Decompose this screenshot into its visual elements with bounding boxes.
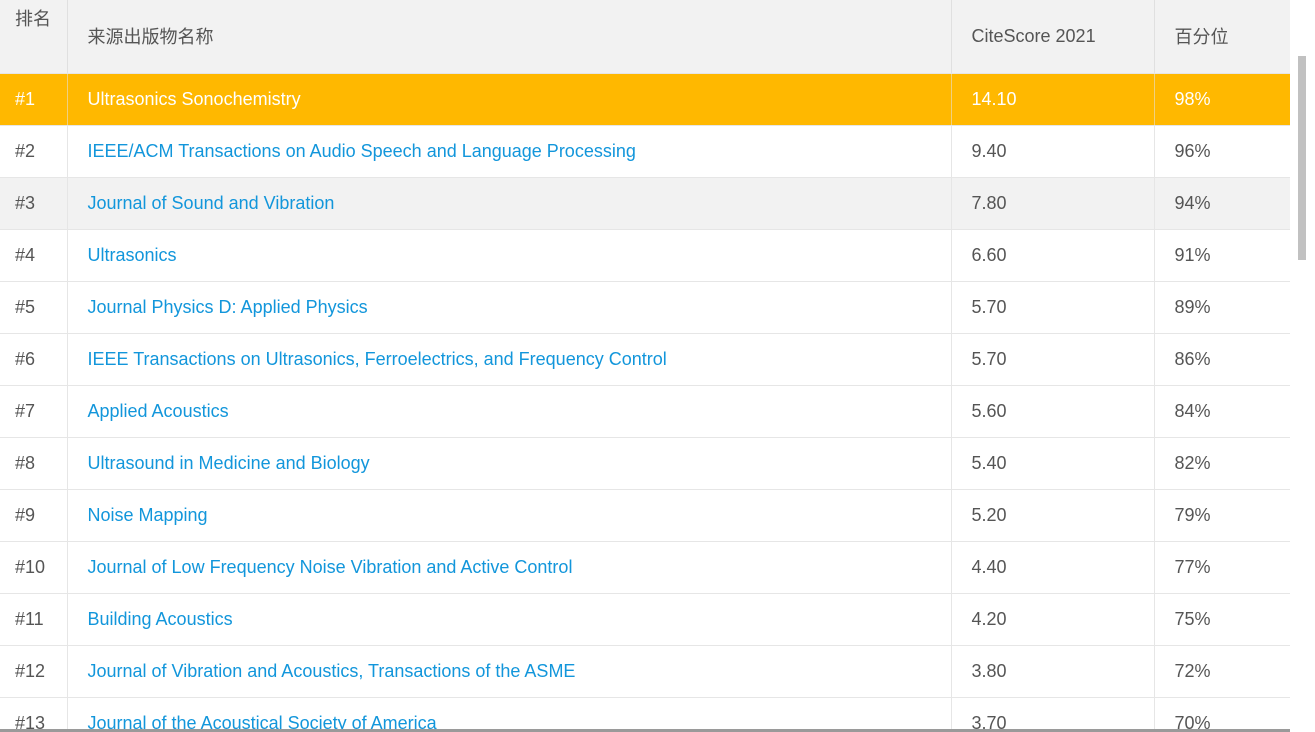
row-title: IEEE/ACM Transactions on Audio Speech an… (67, 125, 952, 178)
row-score: 4.20 (951, 593, 1155, 646)
table-row[interactable]: #8 Ultrasound in Medicine and Biology 5.… (0, 437, 1291, 490)
journal-link[interactable]: Ultrasonics (88, 245, 177, 265)
journal-link[interactable]: Building Acoustics (88, 609, 233, 629)
table-row[interactable]: #5 Journal Physics D: Applied Physics 5.… (0, 281, 1291, 334)
row-percentile: 75% (1154, 593, 1291, 646)
row-rank: #8 (0, 437, 68, 490)
row-rank: #6 (0, 333, 68, 386)
row-percentile: 82% (1154, 437, 1291, 490)
table-row[interactable]: #10 Journal of Low Frequency Noise Vibra… (0, 541, 1291, 594)
row-title: Ultrasonics (67, 229, 952, 282)
table-row[interactable]: #7 Applied Acoustics 5.60 84% (0, 385, 1291, 438)
row-title: Journal of Sound and Vibration (67, 177, 952, 230)
row-percentile: 84% (1154, 385, 1291, 438)
row-percentile: 91% (1154, 229, 1291, 282)
row-percentile: 70% (1154, 697, 1291, 732)
row-score: 9.40 (951, 125, 1155, 178)
table-row[interactable]: #12 Journal of Vibration and Acoustics, … (0, 645, 1291, 698)
row-rank: #10 (0, 541, 68, 594)
journal-link[interactable]: Journal Physics D: Applied Physics (88, 297, 368, 317)
table-row[interactable]: #6 IEEE Transactions on Ultrasonics, Fer… (0, 333, 1291, 386)
row-percentile: 94% (1154, 177, 1291, 230)
row-rank: #1 (0, 73, 68, 126)
row-title: Ultrasonics Sonochemistry (67, 73, 952, 126)
row-rank: #12 (0, 645, 68, 698)
vertical-scrollbar[interactable] (1290, 0, 1315, 732)
row-rank: #11 (0, 593, 68, 646)
row-score: 5.60 (951, 385, 1155, 438)
row-score: 3.80 (951, 645, 1155, 698)
row-percentile: 79% (1154, 489, 1291, 542)
row-score: 4.40 (951, 541, 1155, 594)
row-title: Journal of the Acoustical Society of Ame… (67, 697, 952, 732)
row-score: 7.80 (951, 177, 1155, 230)
header-name[interactable]: 来源出版物名称 (67, 0, 952, 74)
table-body: #1 Ultrasonics Sonochemistry 14.10 98% #… (0, 73, 1291, 732)
row-title: Noise Mapping (67, 489, 952, 542)
journal-link[interactable]: Applied Acoustics (88, 401, 229, 421)
table-header: 排名 来源出版物名称 CiteScore 2021 百分位 (0, 0, 1291, 74)
ranking-table: 排名 来源出版物名称 CiteScore 2021 百分位 #1 Ultraso… (0, 0, 1291, 732)
row-score: 6.60 (951, 229, 1155, 282)
table-row[interactable]: #3 Journal of Sound and Vibration 7.80 9… (0, 177, 1291, 230)
journal-link[interactable]: Journal of Sound and Vibration (88, 193, 335, 213)
header-citescore[interactable]: CiteScore 2021 (951, 0, 1155, 74)
journal-link[interactable]: IEEE/ACM Transactions on Audio Speech an… (88, 141, 636, 161)
row-score: 5.70 (951, 281, 1155, 334)
row-score: 5.40 (951, 437, 1155, 490)
row-rank: #2 (0, 125, 68, 178)
row-score: 3.70 (951, 697, 1155, 732)
row-percentile: 98% (1154, 73, 1291, 126)
row-percentile: 72% (1154, 645, 1291, 698)
journal-link[interactable]: Ultrasonics Sonochemistry (88, 89, 301, 109)
journal-link[interactable]: Noise Mapping (88, 505, 208, 525)
row-title: Journal of Vibration and Acoustics, Tran… (67, 645, 952, 698)
row-title: Building Acoustics (67, 593, 952, 646)
table-row[interactable]: #2 IEEE/ACM Transactions on Audio Speech… (0, 125, 1291, 178)
row-rank: #4 (0, 229, 68, 282)
row-rank: #5 (0, 281, 68, 334)
row-percentile: 77% (1154, 541, 1291, 594)
row-score: 14.10 (951, 73, 1155, 126)
row-percentile: 89% (1154, 281, 1291, 334)
row-rank: #3 (0, 177, 68, 230)
row-title: Journal of Low Frequency Noise Vibration… (67, 541, 952, 594)
row-percentile: 86% (1154, 333, 1291, 386)
row-percentile: 96% (1154, 125, 1291, 178)
header-percentile[interactable]: 百分位 (1154, 0, 1291, 74)
row-title: IEEE Transactions on Ultrasonics, Ferroe… (67, 333, 952, 386)
row-rank: #7 (0, 385, 68, 438)
row-title: Journal Physics D: Applied Physics (67, 281, 952, 334)
row-score: 5.70 (951, 333, 1155, 386)
scrollbar-thumb[interactable] (1298, 56, 1306, 260)
row-rank: #13 (0, 697, 68, 732)
table-row[interactable]: #13 Journal of the Acoustical Society of… (0, 697, 1291, 732)
table-row[interactable]: #9 Noise Mapping 5.20 79% (0, 489, 1291, 542)
header-row: 排名 来源出版物名称 CiteScore 2021 百分位 (0, 0, 1291, 74)
row-title: Applied Acoustics (67, 385, 952, 438)
table-row[interactable]: #11 Building Acoustics 4.20 75% (0, 593, 1291, 646)
row-title: Ultrasound in Medicine and Biology (67, 437, 952, 490)
journal-link[interactable]: Journal of Low Frequency Noise Vibration… (88, 557, 573, 577)
journal-ranking-view: 排名 来源出版物名称 CiteScore 2021 百分位 #1 Ultraso… (0, 0, 1315, 732)
table-row[interactable]: #1 Ultrasonics Sonochemistry 14.10 98% (0, 73, 1291, 126)
journal-link[interactable]: Ultrasound in Medicine and Biology (88, 453, 370, 473)
row-score: 5.20 (951, 489, 1155, 542)
header-rank[interactable]: 排名 (0, 0, 68, 74)
row-rank: #9 (0, 489, 68, 542)
journal-link[interactable]: Journal of Vibration and Acoustics, Tran… (88, 661, 576, 681)
journal-link[interactable]: IEEE Transactions on Ultrasonics, Ferroe… (88, 349, 667, 369)
table-row[interactable]: #4 Ultrasonics 6.60 91% (0, 229, 1291, 282)
